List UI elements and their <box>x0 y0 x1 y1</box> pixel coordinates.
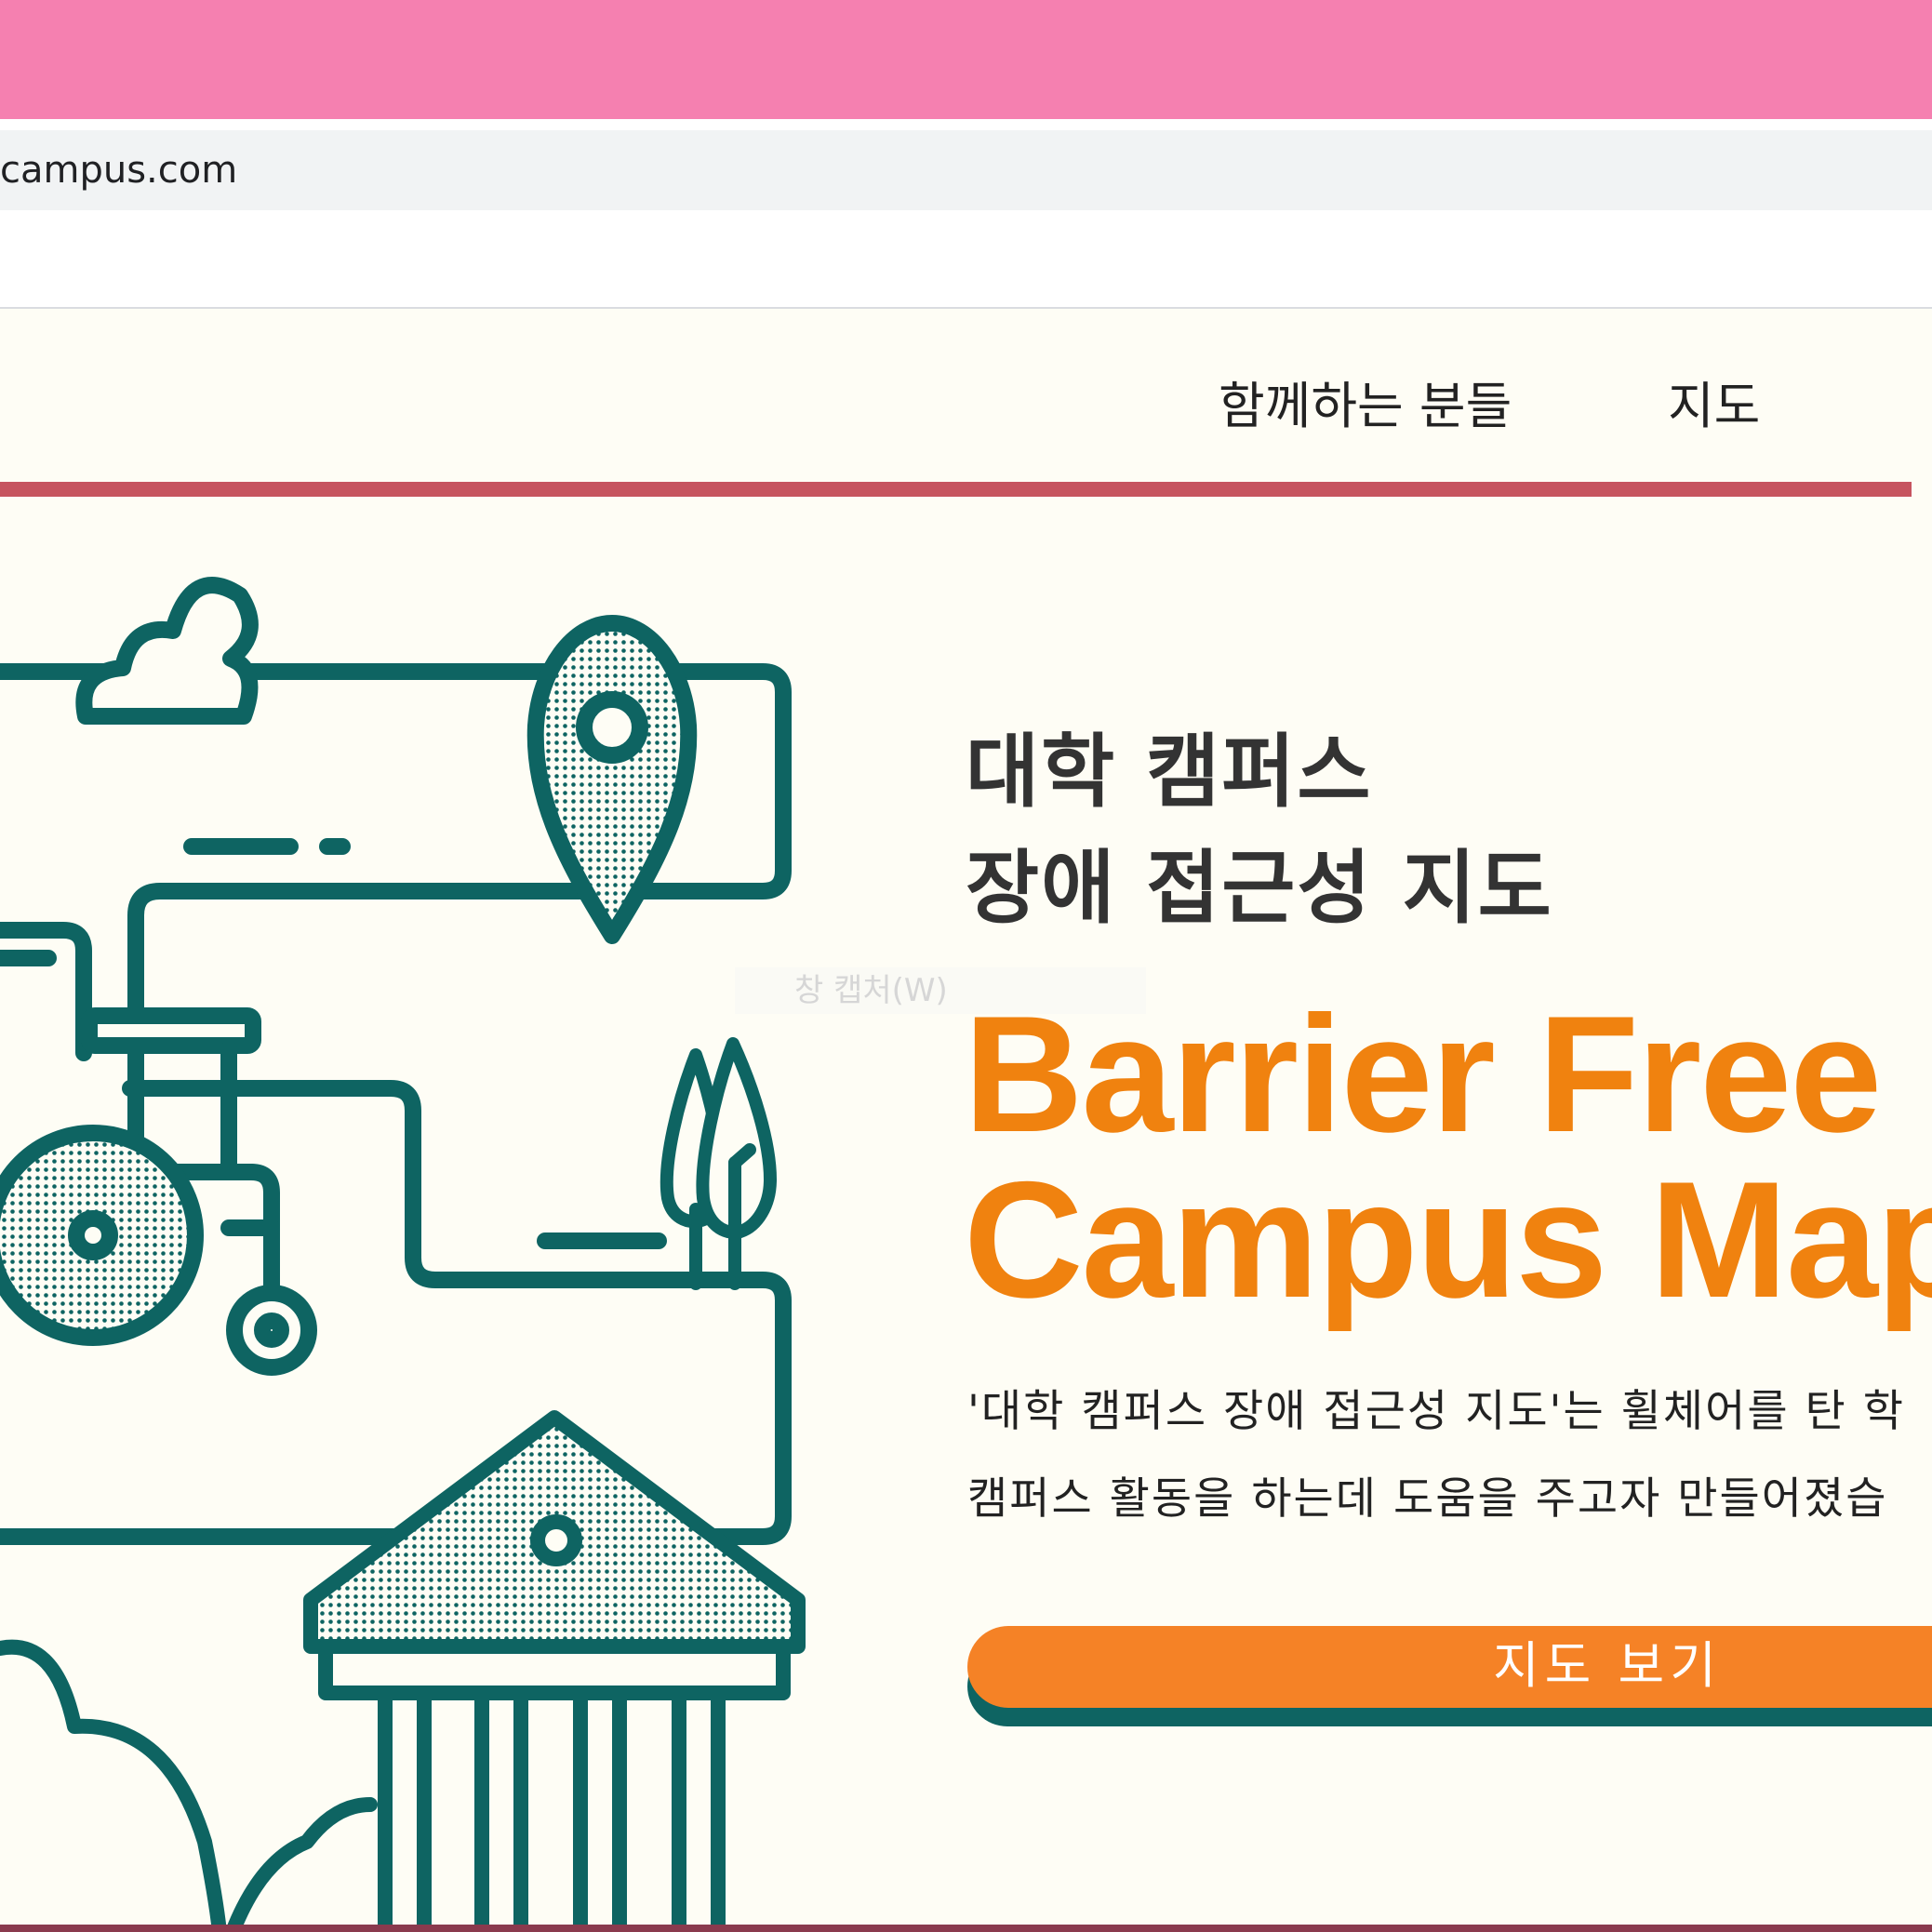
hero-description-line1: '대학 캠퍼스 장애 접근성 지도'는 휠체어를 탄 학 <box>967 1386 1905 1437</box>
browser-titlebar <box>0 0 1932 119</box>
university-building-icon <box>303 1410 806 1932</box>
hero-title-line2: 장애 접근성 지도 <box>966 842 1553 935</box>
view-map-button[interactable]: 지도 보기 <box>967 1626 1932 1708</box>
wheelchair-icon <box>0 922 317 1376</box>
window-capture-tooltip: 창 캡처(W) <box>735 967 1146 1014</box>
cloud-icon <box>75 577 259 725</box>
view-map-button-label: 지도 보기 <box>1493 1636 1722 1695</box>
hero-illustration <box>0 577 806 1932</box>
nav-item-map[interactable]: 지도 <box>1668 377 1760 436</box>
bush-icon <box>0 1639 378 1932</box>
nav-divider <box>0 482 1912 497</box>
nav-item-partners[interactable]: 함께하는 분들 <box>1219 377 1512 436</box>
url-text[interactable]: campus.com <box>0 149 237 192</box>
bottom-edge-bar <box>0 1925 1932 1932</box>
titlebar-gap <box>0 119 1932 130</box>
hero-description-line2: 캠퍼스 활동을 하는데 도움을 주고자 만들어졌습 <box>967 1473 1888 1525</box>
tree-icon <box>660 1037 777 1290</box>
hero-title-line1: 대학 캠퍼스 <box>966 726 1373 819</box>
address-bar[interactable] <box>0 130 1932 210</box>
browser-toolbar <box>0 210 1932 309</box>
hero-english-line2: Campus Map <box>964 1147 1932 1332</box>
